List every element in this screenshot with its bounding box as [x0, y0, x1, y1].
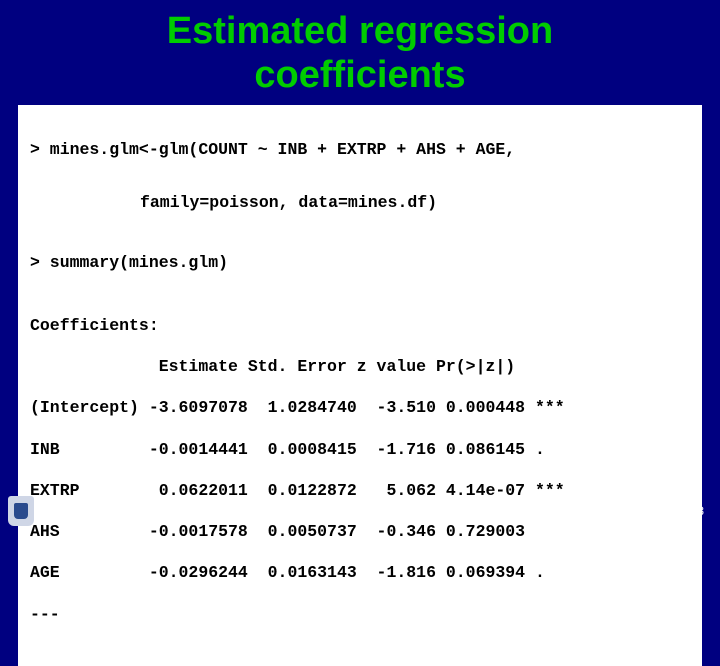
slide-title: Estimated regression coefficients — [0, 0, 720, 105]
coef-header: Coefficients: — [30, 316, 690, 337]
footer-left: © Department of Statistics 2012 — [8, 496, 212, 526]
copyright: © Department of Statistics 2012 — [42, 504, 212, 518]
title-line1: Estimated regression — [167, 10, 553, 52]
crest-icon — [8, 496, 34, 526]
command-line-1: > mines.glm<-glm(COUNT ~ INB + EXTRP + A… — [30, 140, 690, 161]
coef-row: AGE -0.0296244 0.0163143 -1.816 0.069394… — [30, 563, 690, 584]
signif-dashes: --- — [30, 605, 690, 626]
coef-row: (Intercept) -3.6097078 1.0284740 -3.510 … — [30, 398, 690, 419]
coef-row: INB -0.0014441 0.0008415 -1.716 0.086145… — [30, 440, 690, 461]
code-block: > mines.glm<-glm(COUNT ~ INB + EXTRP + A… — [18, 105, 702, 665]
command-line-2: family=poisson, data=mines.df) — [140, 193, 690, 214]
footer: © Department of Statistics 2012 STATS 33… — [0, 496, 720, 526]
slide-number: STATS 330 Lecture 26: Slide 13 — [534, 504, 704, 518]
summary-command: > summary(mines.glm) — [30, 253, 690, 274]
column-headers: Estimate Std. Error z value Pr(>|z|) — [30, 357, 690, 378]
title-line2: coefficients — [254, 54, 465, 96]
